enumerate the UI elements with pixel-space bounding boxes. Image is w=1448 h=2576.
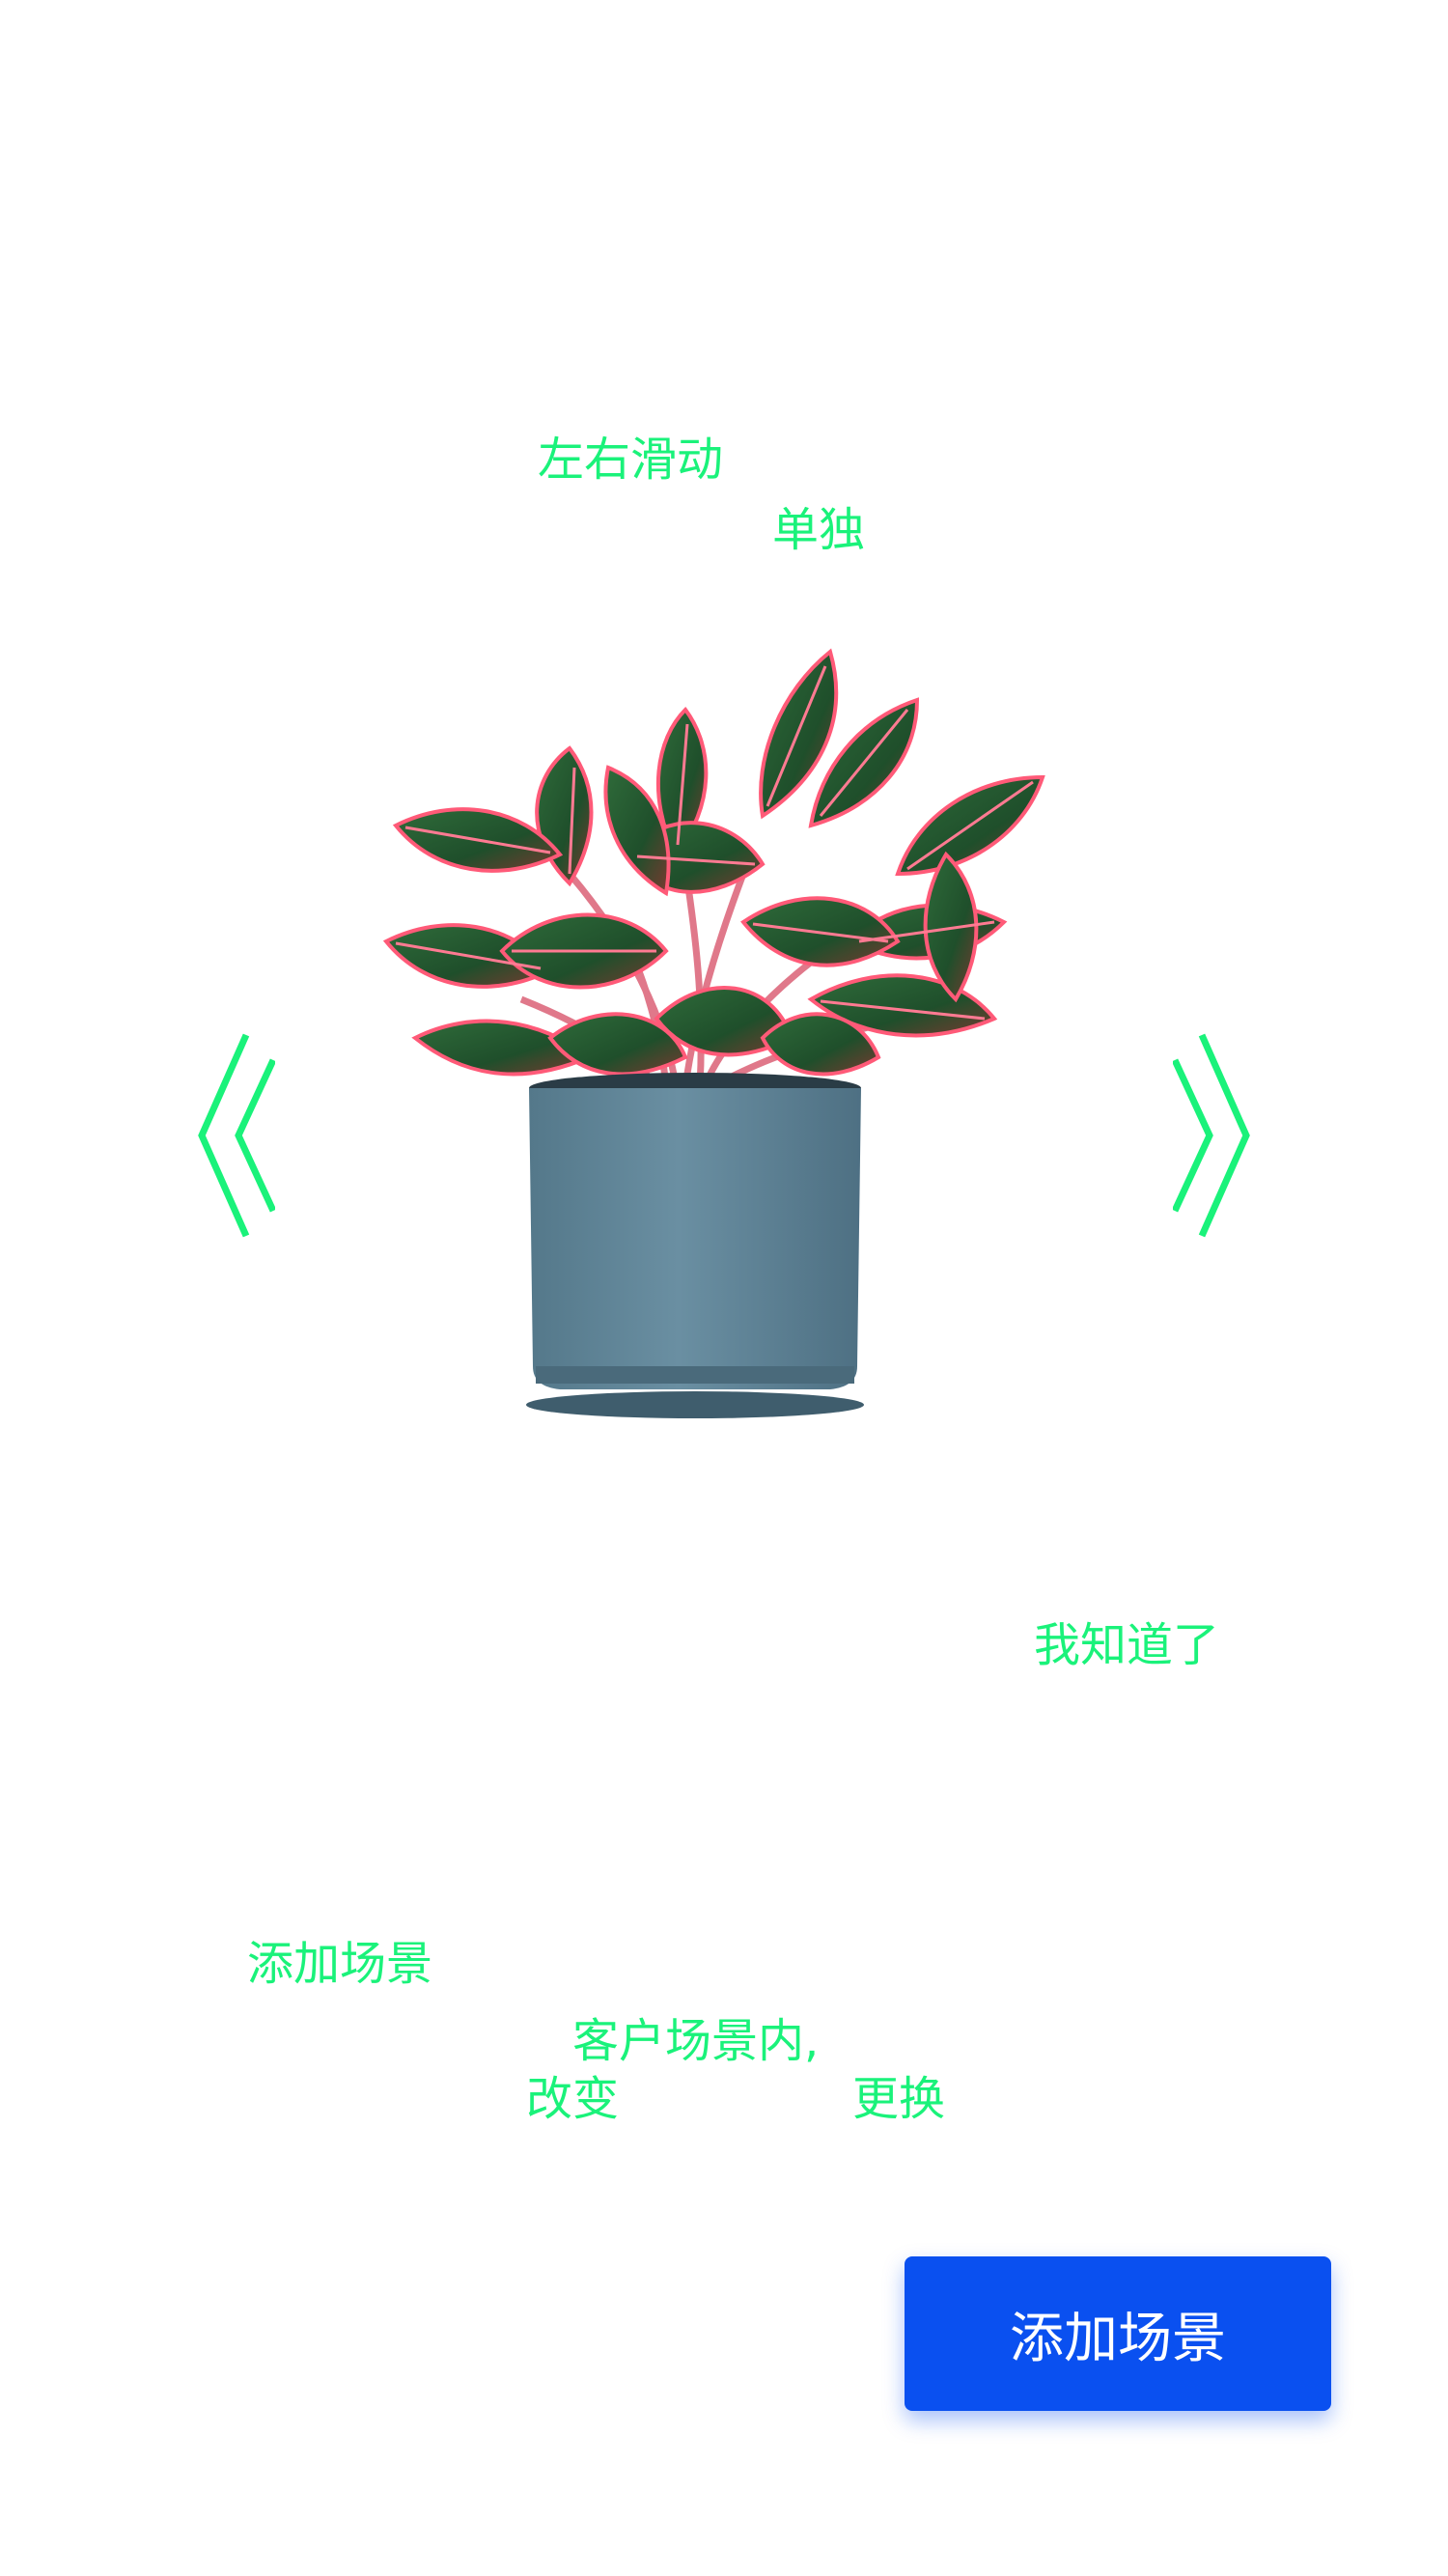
- double-chevron-right-icon: [1173, 1033, 1250, 1238]
- swipe-hint-text: 左右滑动: [538, 433, 724, 487]
- add-scene-hint-text: 添加场景: [247, 1937, 433, 1991]
- prev-plant-button[interactable]: [198, 1033, 275, 1238]
- change-hint-text: 改变: [526, 2072, 620, 2126]
- plant-illustration: [382, 648, 1045, 1418]
- single-hint-text: 单独: [772, 503, 866, 557]
- double-chevron-left-icon: [198, 1033, 275, 1238]
- potted-plant-image[interactable]: [376, 632, 1072, 1434]
- next-plant-button[interactable]: [1173, 1033, 1250, 1238]
- add-scene-button[interactable]: 添加场景: [905, 2256, 1331, 2411]
- replace-hint-text: 更换: [852, 2072, 946, 2126]
- got-it-button[interactable]: 我知道了: [1034, 1622, 1219, 1668]
- scene-hint-text: 客户场景内,: [572, 2014, 820, 2068]
